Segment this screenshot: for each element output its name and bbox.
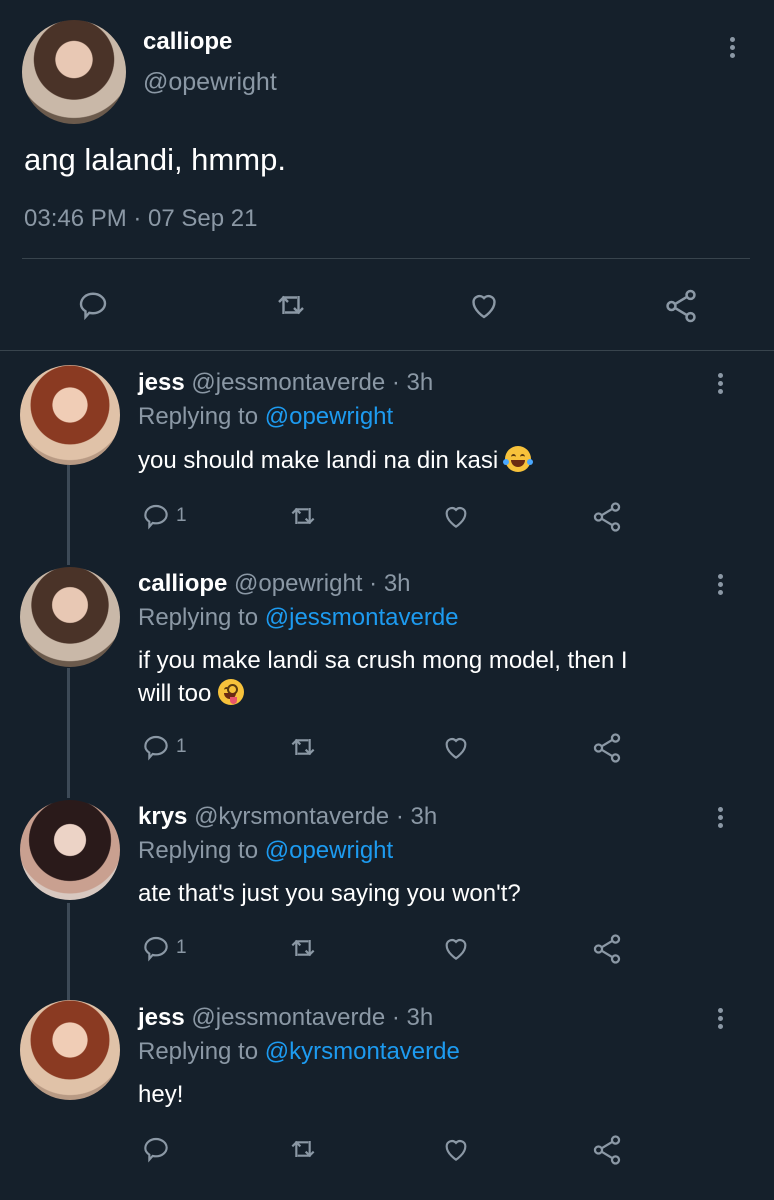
replying-to: Replying to @jessmontaverde	[138, 604, 459, 632]
tweet-timestamp: 03:46 PM · 07 Sep 21	[24, 205, 258, 232]
more-options-icon[interactable]	[722, 34, 742, 64]
avatar[interactable]	[20, 1000, 120, 1100]
reply-icon[interactable]	[140, 1133, 176, 1165]
tweet-text: ang lalandi, hmmp.	[24, 142, 286, 177]
reply-text-content: you should make landi na din kasi	[138, 447, 499, 474]
replying-to: Replying to @opewright	[138, 403, 393, 431]
reply-icon[interactable]	[75, 287, 111, 323]
reply-text: hey!	[138, 1081, 184, 1108]
author-name[interactable]: jess	[138, 1004, 185, 1031]
reply-icon[interactable]: 1	[140, 932, 187, 964]
author-handle[interactable]: @jessmontaverde	[191, 1004, 385, 1031]
reply-count: 1	[176, 505, 187, 526]
author-name[interactable]: jess	[138, 369, 185, 396]
replying-to-link[interactable]: @opewright	[265, 837, 393, 864]
reply-text-line: if you make landi sa crush mong model, t…	[138, 647, 628, 674]
reply-header: jess @jessmontaverde · 3h	[138, 369, 433, 397]
retweet-icon[interactable]	[286, 500, 320, 532]
author-handle[interactable]: @kyrsmontaverde	[194, 803, 389, 830]
replying-to-link[interactable]: @jessmontaverde	[265, 604, 459, 631]
reply-icon[interactable]: 1	[140, 500, 187, 532]
avatar[interactable]	[20, 365, 120, 465]
share-icon[interactable]	[590, 500, 624, 534]
reply-text: will too	[138, 679, 245, 708]
replying-to: Replying to @opewright	[138, 837, 393, 865]
reply-icon[interactable]: 1	[140, 731, 187, 763]
author-handle[interactable]: @opewright	[143, 68, 277, 97]
retweet-icon[interactable]	[286, 731, 320, 763]
zany-face-icon	[218, 679, 245, 705]
author-name[interactable]: calliope	[143, 28, 232, 56]
reply-header: jess @jessmontaverde · 3h	[138, 1004, 433, 1032]
avatar[interactable]	[20, 567, 120, 667]
like-icon[interactable]	[439, 731, 473, 763]
replying-to-link[interactable]: @opewright	[265, 403, 393, 430]
author-handle[interactable]: @jessmontaverde	[191, 369, 385, 396]
reply-count: 1	[176, 937, 187, 958]
more-options-icon[interactable]	[710, 370, 730, 400]
reply-count: 1	[176, 736, 187, 757]
more-options-icon[interactable]	[710, 571, 730, 601]
replying-to: Replying to @kyrsmontaverde	[138, 1038, 460, 1066]
reply-time: · 3h	[391, 1004, 434, 1031]
replying-to-label: Replying to	[138, 837, 259, 864]
face-with-tears-of-joy-icon	[502, 446, 533, 472]
author-name[interactable]: calliope	[138, 570, 227, 597]
share-icon[interactable]	[590, 1133, 624, 1167]
thread-line	[67, 465, 70, 565]
reply-time: · 3h	[395, 803, 438, 830]
thread-line	[67, 903, 70, 1000]
like-icon[interactable]	[465, 287, 503, 323]
more-options-icon[interactable]	[710, 1005, 730, 1035]
replying-to-link[interactable]: @kyrsmontaverde	[265, 1038, 460, 1065]
author-name[interactable]: krys	[138, 803, 187, 830]
replying-to-label: Replying to	[138, 1038, 259, 1065]
divider	[22, 258, 750, 259]
retweet-icon[interactable]	[272, 287, 310, 323]
like-icon[interactable]	[439, 500, 473, 532]
retweet-icon[interactable]	[286, 932, 320, 964]
share-icon[interactable]	[590, 731, 624, 765]
author-handle[interactable]: @opewright	[234, 570, 362, 597]
reply-time: · 3h	[391, 369, 434, 396]
like-icon[interactable]	[439, 932, 473, 964]
reply-text: ate that's just you saying you won't?	[138, 880, 521, 907]
avatar[interactable]	[22, 20, 126, 124]
reply-time: · 3h	[369, 570, 411, 597]
reply-text-content: will too	[138, 680, 212, 707]
share-icon[interactable]	[590, 932, 624, 966]
share-icon[interactable]	[662, 287, 700, 325]
replying-to-label: Replying to	[138, 604, 259, 631]
retweet-icon[interactable]	[286, 1133, 320, 1165]
reply-header: krys @kyrsmontaverde · 3h	[138, 803, 437, 831]
thread-line	[67, 668, 70, 798]
like-icon[interactable]	[439, 1133, 473, 1165]
divider	[0, 350, 774, 351]
avatar[interactable]	[20, 800, 120, 900]
replying-to-label: Replying to	[138, 403, 259, 430]
reply-text: you should make landi na din kasi	[138, 446, 533, 475]
reply-header: calliope @opewright · 3h	[138, 570, 411, 598]
more-options-icon[interactable]	[710, 804, 730, 834]
